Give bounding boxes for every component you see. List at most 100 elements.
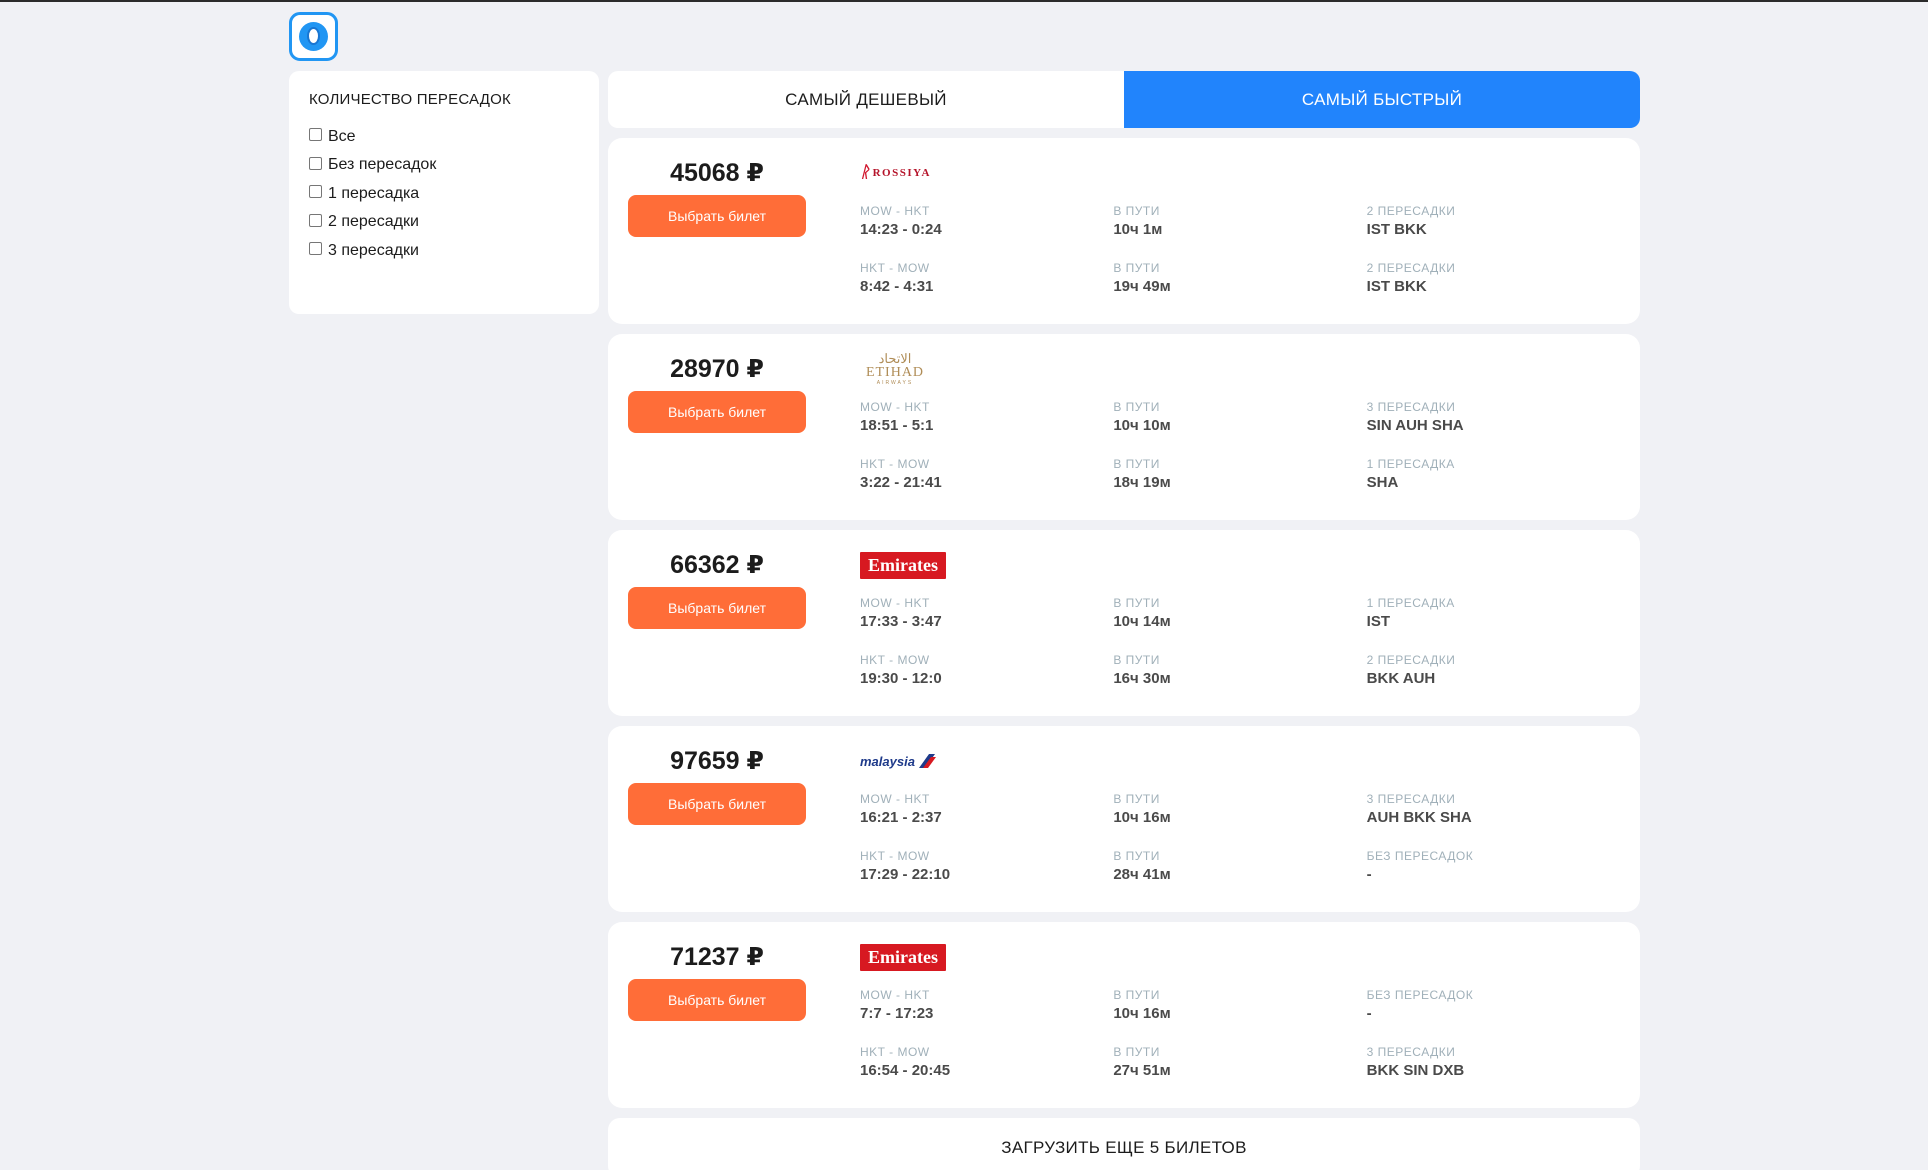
filter-option-label: 2 пересадки <box>328 213 419 231</box>
stops-value: IST <box>1366 613 1390 630</box>
ticket-list: 45068 ₽ Выбрать билет ᚱ ROSSIYA MOW - HKT… <box>608 138 1640 1118</box>
ticket-card: 28970 ₽ Выбрать билет الاتحاد ETIHAD AIRWA… <box>608 334 1640 520</box>
filter-option-label: 1 пересадка <box>328 184 420 202</box>
flight-duration: 10ч 16м <box>1113 1005 1171 1022</box>
stops-label: 2 ПЕРЕСАДКИ <box>1366 653 1456 667</box>
route-label: HKT - MOW <box>860 1045 930 1059</box>
flight-time: 16:21 - 2:37 <box>860 809 942 826</box>
stops-label: 2 ПЕРЕСАДКИ <box>1366 261 1456 275</box>
ticket-card: 97659 ₽ Выбрать билет malaysia MOW - HKT… <box>608 726 1640 912</box>
duration-label: В ПУТИ <box>1113 400 1160 414</box>
ticket-card: 45068 ₽ Выбрать билет ᚱ ROSSIYA MOW - HKT… <box>608 138 1640 324</box>
flight-time: 8:42 - 4:31 <box>860 278 934 295</box>
stops-value: IST BKK <box>1366 278 1427 295</box>
select-ticket-button[interactable]: Выбрать билет <box>628 587 806 629</box>
carrier-logo-malaysia: malaysia <box>860 744 950 778</box>
ticket-price: 28970 ₽ <box>670 355 764 383</box>
flight-duration: 10ч 16м <box>1113 809 1171 826</box>
select-ticket-button[interactable]: Выбрать билет <box>628 783 806 825</box>
segment-return: HKT - MOW 8:42 - 4:31 В ПУТИ 19ч 49м 2 ПЕР… <box>860 261 1620 297</box>
malaysia-wau-icon <box>918 754 936 768</box>
flight-time: 19:30 - 12:0 <box>860 670 942 687</box>
ticket-price: 66362 ₽ <box>670 551 764 579</box>
filter-title: КОЛИЧЕСТВО ПЕРЕСАДОК <box>309 91 511 108</box>
route-label: HKT - MOW <box>860 653 930 667</box>
ticket-price: 97659 ₽ <box>670 747 764 775</box>
flight-time: 18:51 - 5:1 <box>860 417 934 434</box>
stops-value: BKK SIN DXB <box>1366 1062 1465 1079</box>
ticket-card: 71237 ₽ Выбрать билет Emirates MOW - HKT… <box>608 922 1640 1108</box>
segment-return: HKT - MOW 3:22 - 21:41 В ПУТИ 18ч 19м 1 ПЕ… <box>860 457 1620 493</box>
flight-duration: 10ч 10м <box>1113 417 1171 434</box>
filter-option-label: Все <box>328 127 356 145</box>
segment-outbound: MOW - HKT 14:23 - 0:24 В ПУТИ 10ч 1м 2 ПЕР… <box>860 204 1620 240</box>
tab-fastest[interactable]: САМЫЙ БЫСТРЫЙ <box>1124 71 1640 128</box>
ticket-price: 71237 ₽ <box>670 943 764 971</box>
stops-label: 1 ПЕРЕСАДКА <box>1366 596 1455 610</box>
route-label: MOW - HKT <box>860 988 930 1002</box>
checkbox[interactable] <box>309 242 322 256</box>
stops-value: - <box>1366 1005 1372 1022</box>
flight-time: 14:23 - 0:24 <box>860 221 942 238</box>
airplane-window-icon <box>299 22 328 51</box>
route-label: HKT - MOW <box>860 261 930 275</box>
sort-tabs: САМЫЙ ДЕШЕВЫЙ САМЫЙ БЫСТРЫЙ <box>608 71 1640 128</box>
flight-time: 3:22 - 21:41 <box>860 474 942 491</box>
stops-value: - <box>1366 866 1372 883</box>
duration-label: В ПУТИ <box>1113 1045 1160 1059</box>
carrier-logo-emirates: Emirates <box>860 940 950 974</box>
duration-label: В ПУТИ <box>1113 204 1160 218</box>
filter-option-label: 3 пересадки <box>328 241 419 259</box>
stops-value: AUH BKK SHA <box>1366 809 1472 826</box>
app-logo[interactable] <box>289 12 338 61</box>
duration-label: В ПУТИ <box>1113 653 1160 667</box>
load-more-button[interactable]: ЗАГРУЗИТЬ ЕЩЕ 5 БИЛЕТОВ <box>608 1118 1640 1170</box>
route-label: MOW - HKT <box>860 400 930 414</box>
flight-duration: 10ч 14м <box>1113 613 1171 630</box>
checkbox[interactable] <box>309 156 322 170</box>
stops-label: 3 ПЕРЕСАДКИ <box>1366 400 1456 414</box>
flight-duration: 19ч 49м <box>1113 278 1171 295</box>
checkbox[interactable] <box>309 213 322 227</box>
segment-return: HKT - MOW 16:54 - 20:45 В ПУТИ 27ч 51м 3 П… <box>860 1045 1620 1081</box>
route-label: MOW - HKT <box>860 204 930 218</box>
carrier-logo-etihad: الاتحاد ETIHAD AIRWAYS <box>865 351 925 386</box>
select-ticket-button[interactable]: Выбрать билет <box>628 391 806 433</box>
stops-label: 2 ПЕРЕСАДКИ <box>1366 204 1456 218</box>
flight-time: 17:33 - 3:47 <box>860 613 942 630</box>
checkbox[interactable] <box>309 185 322 199</box>
stops-label: БЕЗ ПЕРЕСАДОК <box>1366 988 1474 1002</box>
stops-label: 1 ПЕРЕСАДКА <box>1366 457 1455 471</box>
flight-time: 7:7 - 17:23 <box>860 1005 934 1022</box>
stops-filter-panel: КОЛИЧЕСТВО ПЕРЕСАДОК Все Без пересадок 1… <box>289 71 599 314</box>
ticket-card: 66362 ₽ Выбрать билет Emirates MOW - HKT… <box>608 530 1640 716</box>
flight-duration: 27ч 51м <box>1113 1062 1171 1079</box>
checkbox[interactable] <box>309 128 322 142</box>
duration-label: В ПУТИ <box>1113 261 1160 275</box>
duration-label: В ПУТИ <box>1113 457 1160 471</box>
stops-value: BKK AUH <box>1366 670 1436 687</box>
route-label: MOW - HKT <box>860 596 930 610</box>
select-ticket-button[interactable]: Выбрать билет <box>628 195 806 237</box>
filter-option-label: Без пересадок <box>328 156 437 174</box>
segment-outbound: MOW - HKT 18:51 - 5:1 В ПУТИ 10ч 10м 3 ПЕР… <box>860 400 1620 436</box>
stops-value: SIN AUH SHA <box>1366 417 1464 434</box>
flight-duration: 10ч 1м <box>1113 221 1163 238</box>
duration-label: В ПУТИ <box>1113 849 1160 863</box>
duration-label: В ПУТИ <box>1113 988 1160 1002</box>
duration-label: В ПУТИ <box>1113 792 1160 806</box>
route-label: MOW - HKT <box>860 792 930 806</box>
flight-duration: 28ч 41м <box>1113 866 1171 883</box>
segment-return: HKT - MOW 17:29 - 22:10 В ПУТИ 28ч 41м БЕЗ… <box>860 849 1620 885</box>
carrier-logo-rossiya: ᚱ ROSSIYA <box>860 164 932 181</box>
filter-option-3-stops[interactable]: 3 пересадки <box>309 232 579 270</box>
stops-label: БЕЗ ПЕРЕСАДОК <box>1366 849 1474 863</box>
flight-duration: 18ч 19м <box>1113 474 1171 491</box>
segment-outbound: MOW - HKT 16:21 - 2:37 В ПУТИ 10ч 16м 3 ПЕ… <box>860 792 1620 828</box>
stops-value: SHA <box>1366 474 1399 491</box>
stops-value: IST BKK <box>1366 221 1427 238</box>
segment-return: HKT - MOW 19:30 - 12:0 В ПУТИ 16ч 30м 2 ПЕ… <box>860 653 1620 689</box>
tab-cheapest[interactable]: САМЫЙ ДЕШЕВЫЙ <box>608 71 1124 128</box>
select-ticket-button[interactable]: Выбрать билет <box>628 979 806 1021</box>
stops-label: 3 ПЕРЕСАДКИ <box>1366 792 1456 806</box>
